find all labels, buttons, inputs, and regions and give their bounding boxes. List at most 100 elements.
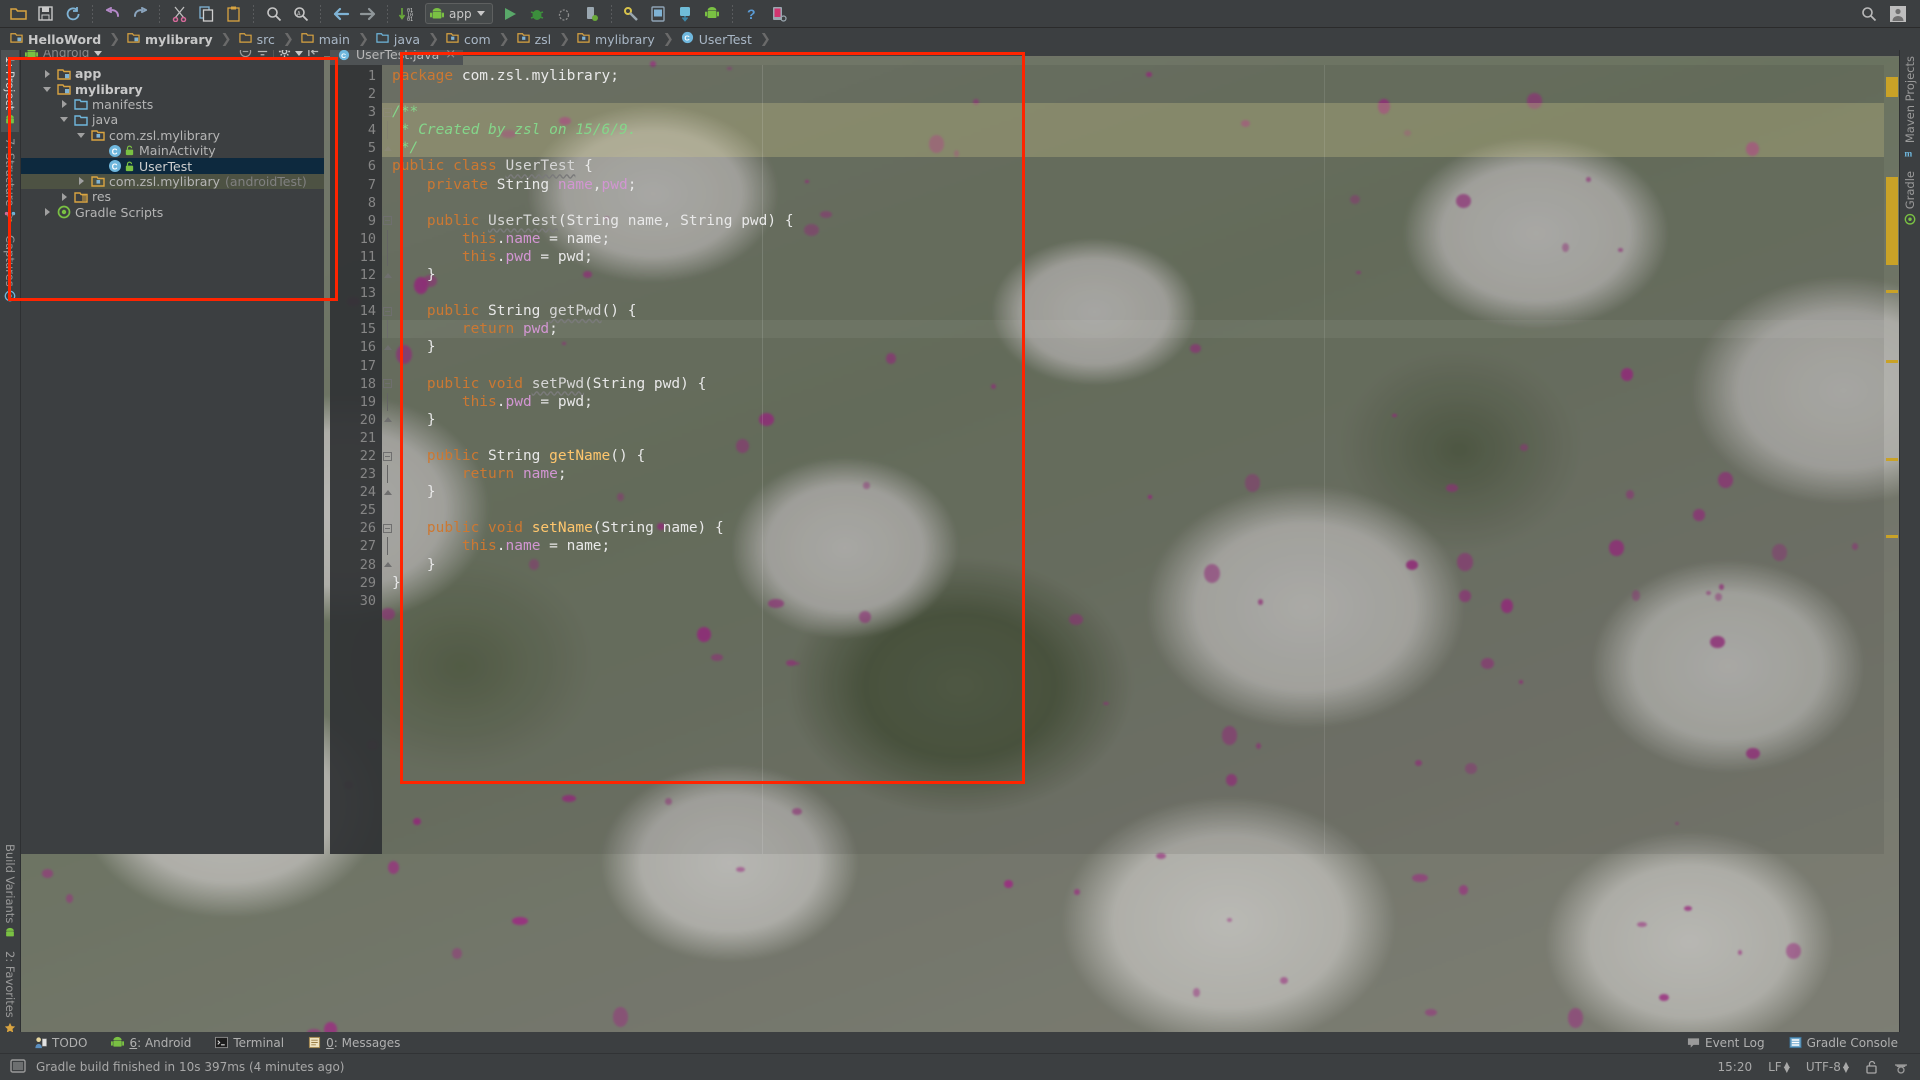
warning-marker[interactable] [1886,360,1898,363]
project-tree[interactable]: app mylibrary manifests java com.zsl.mylibra… [21,62,324,854]
tree-expander[interactable] [56,117,72,123]
code-line[interactable]: return name; [382,465,1884,483]
tool-tab-captures[interactable]: Captures [1,229,19,309]
search-everywhere-icon[interactable] [1856,2,1881,26]
chevron-right-icon[interactable] [44,69,50,78]
avd-icon-2[interactable] [700,2,725,26]
unlocked-icon[interactable] [1865,1060,1878,1074]
code-line[interactable]: } [382,411,1884,429]
code-editor[interactable]: 1 2 3 4 5 6 7 8 9 10 11 12 13 14 15 16 17 18 19 20 21 22 23 24 2… [330,65,1884,854]
forward-icon[interactable] [355,2,380,26]
tool-window-android[interactable]: 6: Android [99,1036,203,1050]
code-line[interactable]: this.name = name; [382,537,1884,555]
tree-node[interactable]: java [21,112,324,127]
open-folder-icon[interactable] [6,2,31,26]
breadcrumb-item-mylibrary[interactable]: mylibrary [577,31,655,47]
sync-icon[interactable] [60,2,85,26]
breadcrumb-item-com[interactable]: com [446,31,491,47]
code-line[interactable]: return pwd; [382,320,1884,339]
coverage-icon[interactable] [552,2,577,26]
status-encoding[interactable]: UTF-8 ▲ ▼ [1806,1060,1849,1074]
breadcrumb-item-java[interactable]: java [376,31,420,47]
undo-icon[interactable] [100,2,125,26]
attach-debugger-icon[interactable] [579,2,604,26]
code-line[interactable]: this.name = name; [382,230,1884,248]
chevron-right-icon[interactable] [44,208,50,217]
sdk-manager-icon[interactable] [619,2,644,26]
chevron-down-icon[interactable] [43,86,51,92]
breadcrumb-item-mylibrary[interactable]: mylibrary [127,31,213,47]
chevron-right-icon[interactable] [61,100,67,109]
editor-code-area[interactable]: package com.zsl.mylibrary; /** * Created… [382,65,1884,854]
device-monitor-icon[interactable] [767,2,792,26]
code-line[interactable] [382,592,1884,610]
replace-icon[interactable]: A [288,2,313,26]
chevron-down-icon[interactable] [77,132,85,138]
chevron-down-icon[interactable] [476,11,485,16]
code-line[interactable] [382,429,1884,447]
tool-window-event-log[interactable]: Event Log [1675,1036,1777,1050]
breadcrumb-item-usertest[interactable]: C UserTest [681,31,752,47]
tree-node[interactable]: app [21,66,324,81]
breadcrumb-item-src[interactable]: src [238,31,275,47]
run-configuration-selector[interactable]: app [425,3,493,24]
code-line[interactable]: /** [382,103,1884,122]
code-line[interactable]: this.pwd = pwd; [382,248,1884,266]
code-line[interactable]: } [382,483,1884,501]
tree-expander[interactable] [56,192,72,201]
breadcrumb-item-main[interactable]: main [301,31,350,47]
redo-icon[interactable] [127,2,152,26]
avd-manager-icon[interactable] [646,2,671,26]
editor-marker-gutter[interactable] [1885,65,1899,854]
warning-marker[interactable] [1886,177,1898,265]
cut-icon[interactable] [167,2,192,26]
code-line[interactable]: } [382,556,1884,574]
tool-tab-build-variants[interactable]: Build Variants [1,838,19,945]
code-line[interactable]: public void setPwd(String pwd) { [382,375,1884,393]
code-line[interactable]: public class UserTest { [382,157,1884,175]
save-all-icon[interactable] [33,2,58,26]
tree-node[interactable]: com.zsl.mylibrary (androidTest) [21,173,324,190]
back-icon[interactable] [328,2,353,26]
code-line[interactable]: * Created by zsl on 15/6/9. [382,121,1884,140]
tree-node[interactable]: com.zsl.mylibrary [21,128,324,143]
help-icon[interactable]: ? [740,2,765,26]
code-line[interactable]: public UserTest(String name, String pwd)… [382,212,1884,230]
tree-node[interactable]: Gradle Scripts [21,205,324,220]
compile-icon[interactable]: 01 10 01 [395,2,420,26]
code-line[interactable]: */ [382,139,1884,158]
tree-expander[interactable] [39,69,55,78]
status-clock[interactable]: 15:20 [1718,1060,1753,1074]
tool-window-terminal[interactable]: Terminal [203,1036,296,1050]
tree-node[interactable]: C UserTest [21,158,324,174]
code-line[interactable]: private String name,pwd; [382,176,1884,194]
sync-gradle-icon[interactable] [673,2,698,26]
tree-expander[interactable] [39,86,55,92]
tool-tab-maven-projects[interactable]: m Maven Projects [1901,50,1919,165]
tree-node[interactable]: mylibrary [21,81,324,97]
code-line[interactable] [382,501,1884,519]
code-line[interactable] [382,194,1884,212]
status-line-separator[interactable]: LF ▲ ▼ [1768,1060,1790,1074]
code-line[interactable] [382,284,1884,302]
code-line[interactable]: public String getPwd() { [382,302,1884,320]
breadcrumb-item-zsl[interactable]: zsl [516,31,551,47]
code-line[interactable]: } [382,574,1884,592]
chevron-down-icon[interactable] [295,50,303,56]
warning-marker[interactable] [1886,458,1898,461]
tool-tab-gradle[interactable]: Gradle [1901,165,1919,231]
code-line[interactable]: public String getName() { [382,447,1884,465]
chevron-right-icon[interactable] [61,192,67,201]
code-line[interactable]: package com.zsl.mylibrary; [382,67,1884,85]
tree-expander[interactable] [73,177,89,186]
code-line[interactable]: } [382,338,1884,356]
chevron-down-icon[interactable] [60,117,68,123]
tool-tab-project[interactable]: 1: Project [1,50,19,133]
tree-node[interactable]: manifests [21,97,324,112]
warning-marker[interactable] [1886,535,1898,538]
tree-expander[interactable] [56,100,72,109]
code-line[interactable] [382,85,1884,103]
debug-button[interactable] [525,2,550,26]
tool-window-todo[interactable]: TODO [22,1036,99,1050]
find-icon[interactable] [261,2,286,26]
